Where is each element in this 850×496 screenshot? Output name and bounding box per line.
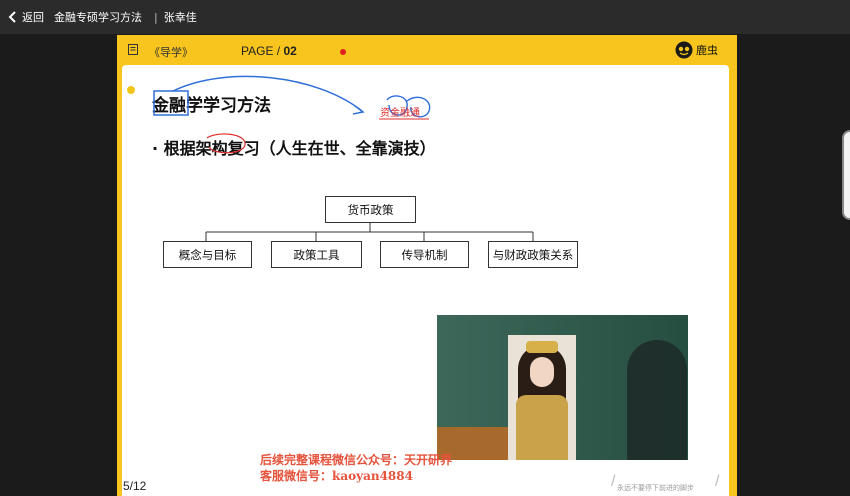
motto-text: 永远不要停下前进的脚步 xyxy=(617,484,694,492)
back-chevron-icon xyxy=(8,11,16,23)
guide-label: 《导学》 xyxy=(149,46,193,59)
portrait-image xyxy=(508,335,576,460)
back-label: 返回 xyxy=(22,11,44,24)
back-button[interactable]: 返回 xyxy=(8,9,54,25)
diagram-child-box: 传导机制 xyxy=(380,241,469,268)
page-prefix: PAGE / xyxy=(241,44,281,58)
slide-frame: 《导学》 PAGE / 02 鹿虫 金融学学习方法 · 根据架构复习（人生在世、… xyxy=(117,35,737,496)
course-title: 金融专硕学习方法 xyxy=(54,11,142,24)
brand-name: 鹿虫 xyxy=(696,44,718,57)
divider-slash: / xyxy=(611,473,616,490)
slide-header: 《导学》 PAGE / 02 鹿虫 xyxy=(117,35,737,65)
diagram-child-box: 与财政政策关系 xyxy=(488,241,578,268)
brand-logo-icon xyxy=(675,41,693,59)
top-bar: 返回 金融专硕学习方法 | 张幸佳 xyxy=(0,0,850,34)
side-panel-handle[interactable] xyxy=(842,130,850,220)
teacher-video xyxy=(437,315,688,460)
watermark-line-2: 客服微信号：kaoyan4884 xyxy=(260,469,413,483)
bullet-dot xyxy=(127,86,135,94)
portrait-dress xyxy=(516,395,568,460)
brand: 鹿虫 xyxy=(675,41,718,59)
diagram-child-box: 概念与目标 xyxy=(163,241,252,268)
slide-title: 金融学学习方法 xyxy=(152,96,271,116)
page-indicator: PAGE / 02 xyxy=(241,44,297,58)
separator: | xyxy=(154,10,158,24)
slide-subtitle: · 根据架构复习（人生在世、全靠演技） xyxy=(152,139,436,158)
teacher-name: 张幸佳 xyxy=(163,11,197,24)
annotation-text: 资金融通 xyxy=(380,108,420,119)
portrait-crown xyxy=(526,341,558,353)
book-icon xyxy=(128,44,138,55)
page-number: 02 xyxy=(283,44,297,58)
diagram-child-box: 政策工具 xyxy=(271,241,362,268)
divider-slash: / xyxy=(715,473,720,490)
portrait-face xyxy=(530,357,554,387)
page-counter: 5/12 xyxy=(123,479,147,493)
watermark-line-1: 后续完整课程微信公众号：天开研界 xyxy=(260,453,453,467)
video-person xyxy=(627,340,687,460)
laser-pointer-dot xyxy=(340,49,346,55)
diagram-root-box: 货币政策 xyxy=(325,196,416,223)
